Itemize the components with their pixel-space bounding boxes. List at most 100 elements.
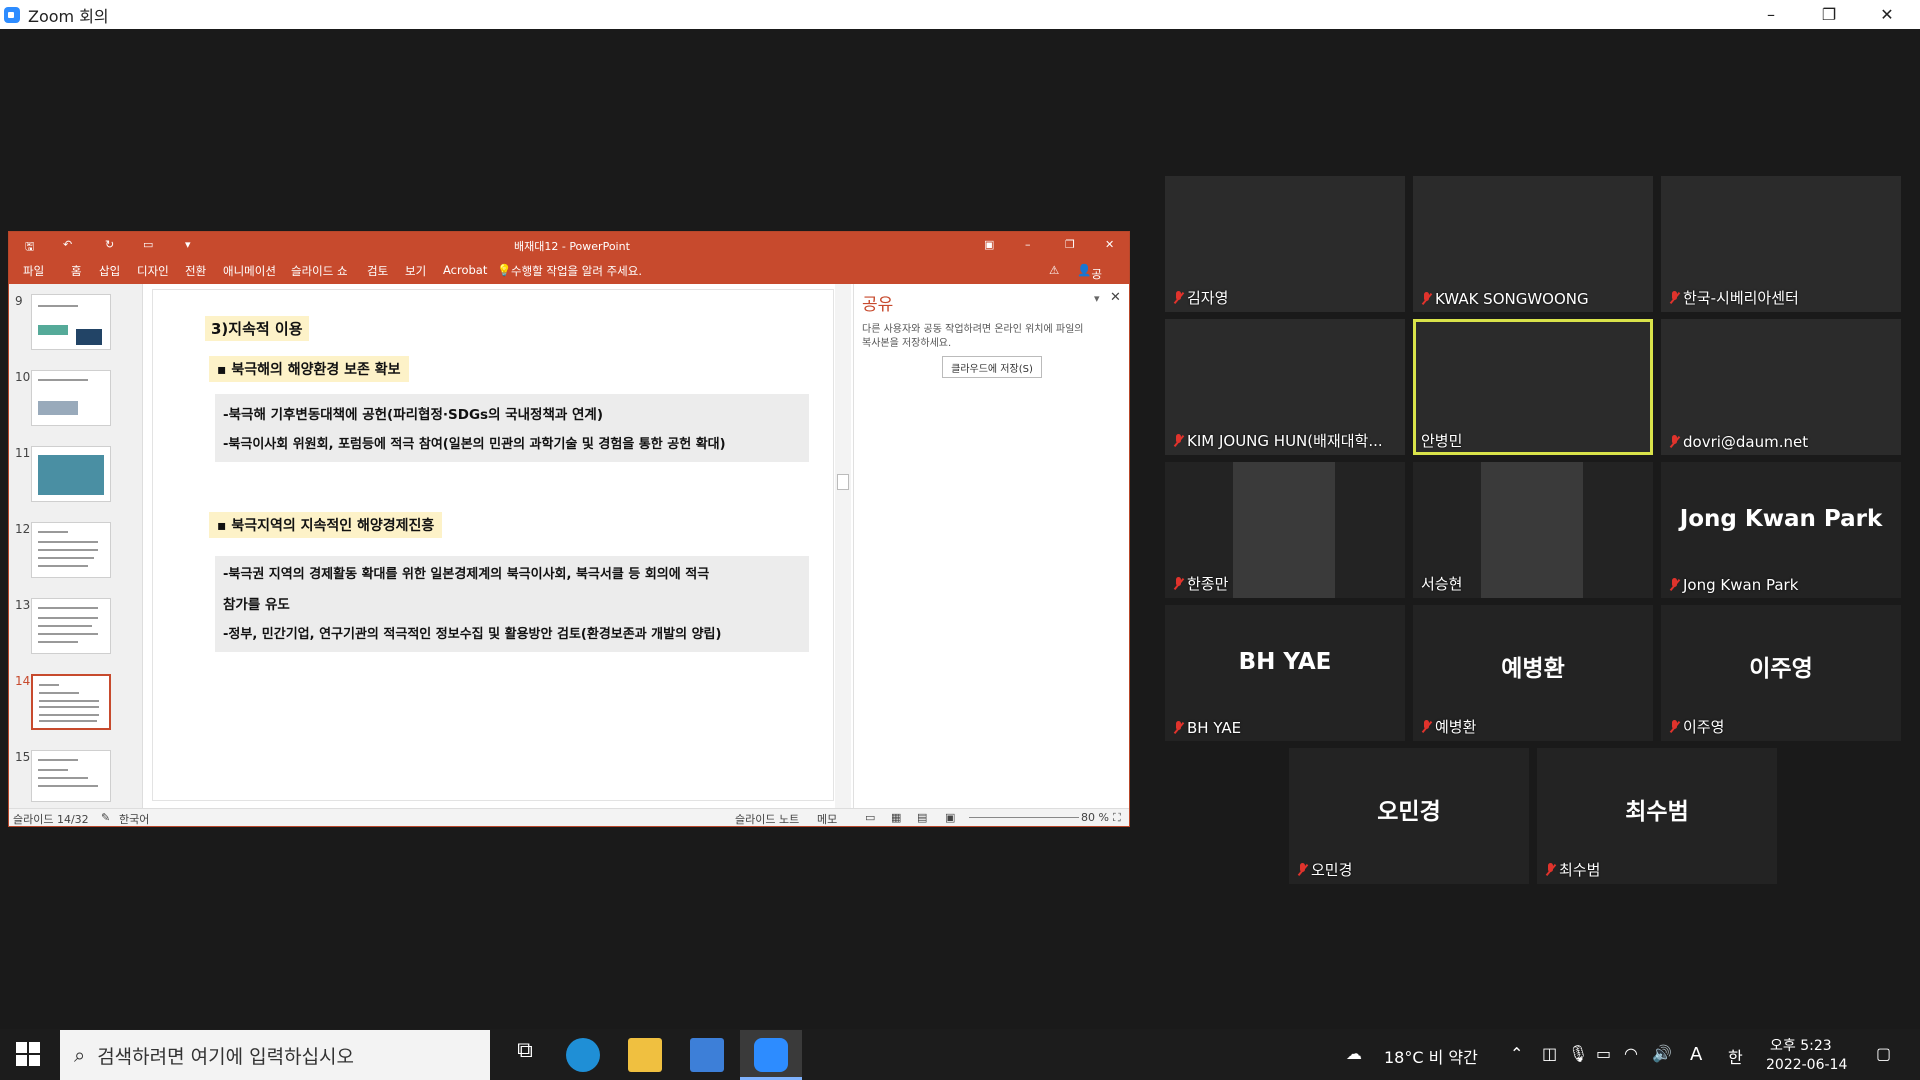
file-explorer-icon[interactable] — [628, 1038, 662, 1072]
redo-icon[interactable]: ↻ — [105, 238, 114, 251]
participant-tile[interactable]: Jong Kwan Park Jong Kwan Park — [1661, 462, 1901, 598]
slide-thumb-10[interactable] — [31, 370, 111, 426]
muted-mic-icon — [1669, 435, 1679, 449]
menu-view[interactable]: 보기 — [405, 263, 426, 279]
section2-body: -북극권 지역의 경제활동 확대를 위한 일본경제계의 북극이사회, 북극서클 … — [215, 556, 809, 652]
participant-name: KIM JOUNG HUN(배재대학... — [1187, 432, 1383, 450]
participant-tile[interactable]: KWAK SONGWOONG — [1413, 176, 1653, 312]
slideshow-view-icon[interactable]: ▣ — [945, 811, 955, 824]
participant-name: KWAK SONGWOONG — [1435, 290, 1589, 308]
clock-date[interactable]: 2022-06-14 — [1766, 1057, 1847, 1073]
notes-button[interactable]: 슬라이드 노트 — [735, 811, 799, 827]
section1-line2: -북극이사회 위원회, 포럼등에 적극 참여(일본의 민관의 과학기술 및 경험… — [223, 437, 726, 452]
slide-scrollbar[interactable] — [835, 284, 851, 808]
menu-animations[interactable]: 애니메이션 — [223, 263, 276, 279]
active-speaker-tile[interactable]: 안병민 — [1413, 319, 1653, 455]
zoom-slider[interactable] — [969, 817, 1079, 818]
participant-tile[interactable]: 서승현 — [1413, 462, 1653, 598]
participant-tile[interactable]: 예병환 예병환 — [1413, 605, 1653, 741]
language-label[interactable]: 한국어 — [119, 811, 149, 827]
undo-icon[interactable]: ↶ — [63, 238, 72, 251]
ppt-status-bar: 슬라이드 14/32 ✎ 한국어 슬라이드 노트 메모 ▭ ▦ ▤ ▣ 80 %… — [9, 808, 1129, 826]
weather-icon: ☁ — [1346, 1044, 1362, 1063]
comments-button[interactable]: 메모 — [817, 811, 837, 827]
windows-start-icon[interactable] — [16, 1042, 40, 1066]
weather-text[interactable]: 18°C 비 약간 — [1384, 1044, 1478, 1068]
ribbon-display-icon[interactable]: ▣ — [984, 238, 994, 251]
menu-acrobat[interactable]: Acrobat — [443, 263, 487, 277]
menu-design[interactable]: 디자인 — [137, 263, 169, 279]
save-icon[interactable]: 🖫 — [25, 238, 34, 257]
menu-file[interactable]: 파일 — [23, 263, 44, 279]
taskbar-search-box[interactable]: ⌕ 검색하려면 여기에 입력하십시오 — [60, 1030, 490, 1080]
slide-thumb-15[interactable] — [31, 750, 111, 802]
wifi-icon[interactable]: ◠ — [1624, 1044, 1638, 1063]
menu-home[interactable]: 홈 — [71, 263, 82, 279]
fit-slide-icon[interactable]: ⛶ — [1113, 811, 1121, 825]
participant-tile[interactable]: 최수범 최수범 — [1537, 748, 1777, 884]
share-desc1: 다른 사용자와 공동 작업하려면 온라인 위치에 파일의 — [862, 324, 1084, 335]
section2-title: ▪ 북극지역의 지속적인 해양경제진흥 — [209, 512, 443, 538]
ppt-restore-button[interactable]: ❐ — [1065, 238, 1075, 251]
save-to-cloud-button[interactable]: 클라우드에 저장(S) — [942, 356, 1042, 378]
lightbulb-icon: 💡 — [497, 263, 512, 277]
participant-tile[interactable]: 이주영 이주영 — [1661, 605, 1901, 741]
minimize-button[interactable]: – — [1742, 0, 1800, 29]
reading-view-icon[interactable]: ▤ — [917, 811, 927, 824]
muted-mic-icon — [1297, 862, 1307, 877]
battery-icon[interactable]: ▭ — [1596, 1044, 1611, 1063]
menu-insert[interactable]: 삽입 — [99, 263, 120, 279]
participant-tile[interactable]: 김자영 — [1165, 176, 1405, 312]
muted-mic-icon — [1669, 719, 1679, 734]
edge-icon[interactable] — [566, 1038, 600, 1072]
participant-tile[interactable]: 한국-시베리아센터 — [1661, 176, 1901, 312]
sorter-view-icon[interactable]: ▦ — [891, 811, 901, 824]
normal-view-icon[interactable]: ▭ — [865, 811, 875, 824]
thumb-number: 9 — [15, 294, 23, 308]
restore-button[interactable]: ❐ — [1800, 0, 1858, 29]
share-pane-title: 공유 — [862, 295, 894, 315]
clock-time[interactable]: 오후 5:23 — [1770, 1035, 1832, 1055]
participant-tile[interactable]: BH YAE BH YAE — [1165, 605, 1405, 741]
share-button[interactable]: 👤 공유 — [1077, 263, 1102, 297]
microphone-tray-icon[interactable]: 🎙 — [1568, 1044, 1588, 1063]
menu-slideshow[interactable]: 슬라이드 쇼 — [291, 263, 348, 279]
slide-thumb-14-selected[interactable] — [31, 674, 111, 730]
participant-tile[interactable]: 한종만 — [1165, 462, 1405, 598]
participant-tile[interactable]: 오민경 오민경 — [1289, 748, 1529, 884]
store-icon[interactable] — [690, 1038, 724, 1072]
participant-tile[interactable]: KIM JOUNG HUN(배재대학... — [1165, 319, 1405, 455]
ime-language-indicator[interactable]: 한 — [1728, 1044, 1743, 1068]
slide-thumb-11[interactable] — [31, 446, 111, 502]
slide-thumb-12[interactable] — [31, 522, 111, 578]
menu-review[interactable]: 검토 — [367, 263, 388, 279]
camera-tray-icon[interactable]: ◫ — [1542, 1044, 1557, 1063]
task-view-icon[interactable]: ⧉ — [508, 1038, 542, 1072]
slide-thumb-13[interactable] — [31, 598, 111, 654]
slideshow-icon[interactable]: ▭ — [143, 238, 153, 251]
ppt-close-button[interactable]: ✕ — [1105, 238, 1114, 251]
zoom-taskbar-button[interactable] — [740, 1030, 802, 1080]
tray-expand-icon[interactable]: ⌃ — [1510, 1044, 1523, 1063]
thumb-number: 15 — [15, 750, 31, 764]
tell-me-input[interactable]: 수행할 작업을 알려 주세요. — [511, 263, 642, 279]
participant-tile[interactable]: dovri@daum.net — [1661, 319, 1901, 455]
zoom-level[interactable]: 80 % — [1081, 811, 1109, 824]
ppt-minimize-button[interactable]: – — [1025, 238, 1031, 251]
slide-heading: 3)지속적 이용 — [205, 316, 309, 341]
slide-canvas[interactable]: 3)지속적 이용 ▪ 북극해의 해양환경 보존 확보 -북극해 기후변동대책에 … — [153, 290, 833, 800]
customize-icon[interactable]: ▾ — [185, 238, 191, 251]
thumb-number: 14 — [15, 674, 31, 688]
volume-icon[interactable]: 🔊 — [1652, 1044, 1672, 1063]
window-title: Zoom 회의 — [28, 6, 109, 26]
menu-transitions[interactable]: 전환 — [185, 263, 206, 279]
pane-options-icon[interactable]: ▾ — [1094, 292, 1100, 305]
notifications-icon[interactable]: ▢ — [1876, 1044, 1891, 1063]
pane-close-icon[interactable]: ✕ — [1110, 290, 1121, 305]
slide-thumb-9[interactable] — [31, 294, 111, 350]
warning-icon: ⚠ — [1049, 263, 1060, 277]
ime-mode-indicator[interactable]: A — [1690, 1044, 1702, 1065]
participant-name: 안병민 — [1421, 432, 1463, 450]
close-button[interactable]: ✕ — [1858, 0, 1916, 29]
spellcheck-icon[interactable]: ✎ — [101, 811, 110, 824]
